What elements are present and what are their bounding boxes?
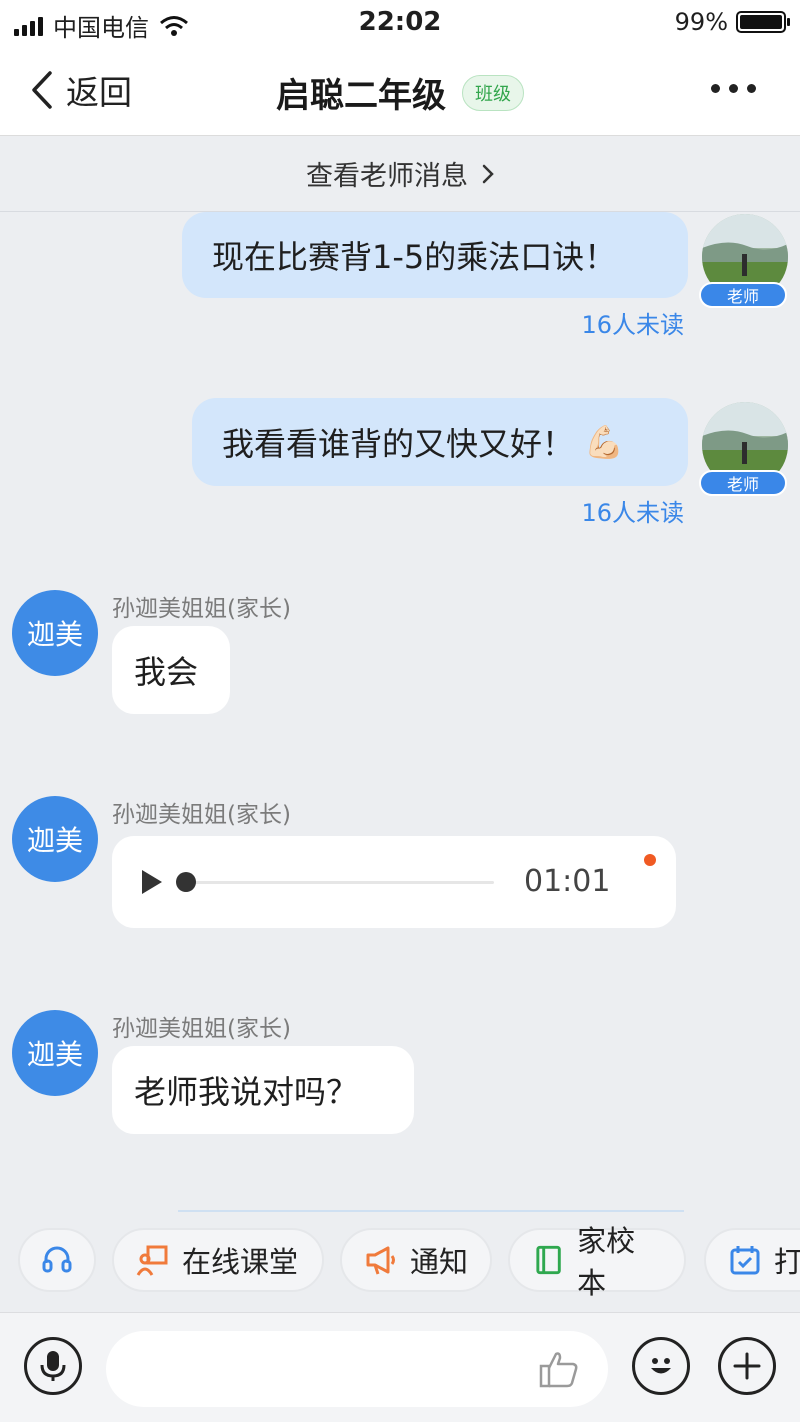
add-more-button[interactable] <box>718 1337 776 1395</box>
quick-action-headset[interactable] <box>18 1228 96 1292</box>
voice-progress-knob[interactable] <box>176 872 196 892</box>
quick-action-checkin[interactable]: 打 <box>704 1228 800 1292</box>
more-dot-icon <box>747 84 756 93</box>
online-class-icon <box>136 1245 168 1276</box>
calendar-check-icon <box>730 1246 760 1275</box>
class-badge: 班级 <box>462 74 524 111</box>
view-teacher-messages-label: 查看老师消息 <box>306 161 468 192</box>
emoji-button[interactable] <box>632 1337 690 1395</box>
sender-name: 孙迦美姐姐(家长) <box>112 1016 291 1042</box>
divider <box>178 1210 684 1212</box>
parent-avatar[interactable]: 迦美 <box>12 1010 98 1096</box>
page-title: 启聪二年级 <box>276 76 446 116</box>
sender-name: 孙迦美姐姐(家长) <box>112 802 291 828</box>
teacher-role-tag: 老师 <box>699 282 787 308</box>
notebook-icon <box>536 1245 561 1275</box>
unread-count[interactable]: 16人未读 <box>581 493 684 528</box>
thumbs-up-icon[interactable] <box>538 1349 582 1389</box>
megaphone-icon <box>366 1246 395 1275</box>
microphone-icon <box>40 1351 66 1381</box>
more-dot-icon <box>711 84 720 93</box>
message-text: 现在比赛背1-5的乘法口诀！ <box>212 238 617 276</box>
message-text: 老师我说对吗？ <box>134 1073 359 1111</box>
parent-avatar[interactable]: 迦美 <box>12 796 98 882</box>
headset-icon <box>42 1246 72 1273</box>
voice-input-button[interactable] <box>24 1337 82 1395</box>
voice-duration: 01:01 <box>524 864 611 899</box>
more-dot-icon <box>729 84 738 93</box>
message-text: 我看看谁背的又快又好！ <box>222 425 575 463</box>
quick-action-label: 家校本 <box>577 1224 636 1300</box>
quick-action-label: 在线课堂 <box>182 1245 299 1279</box>
smiley-icon <box>651 1358 671 1374</box>
nav-bar: 返回 启聪二年级 班级 <box>0 44 800 136</box>
input-bar <box>0 1312 800 1422</box>
quick-action-online-class[interactable]: 在线课堂 <box>112 1228 324 1292</box>
quick-action-homework[interactable]: 家校本 <box>508 1224 686 1300</box>
play-icon[interactable] <box>142 870 162 894</box>
message-bubble-in[interactable]: 我会 <box>112 626 230 714</box>
status-bar: 中国电信 22:02 99% <box>0 0 800 44</box>
message-bubble-in[interactable]: 老师我说对吗？ <box>112 1046 414 1134</box>
message-bubble-out[interactable]: 我看看谁背的又快又好！ 💪🏻 <box>192 398 688 486</box>
teacher-role-tag: 老师 <box>699 470 787 496</box>
voice-progress-track[interactable] <box>186 881 494 884</box>
status-right: 99% <box>674 8 790 36</box>
quick-actions: 在线课堂 通知 家校本 打 <box>0 1224 800 1300</box>
message-bubble-out[interactable]: 现在比赛背1-5的乘法口诀！ <box>182 212 688 298</box>
quick-action-label: 打 <box>774 1245 800 1279</box>
unread-count[interactable]: 16人未读 <box>581 305 684 340</box>
message-input[interactable] <box>106 1331 608 1407</box>
voice-message[interactable]: 01:01 <box>112 836 676 928</box>
plus-icon <box>733 1352 761 1380</box>
message-text: 我会 <box>134 653 199 691</box>
more-button[interactable] <box>711 84 756 93</box>
quick-action-label: 通知 <box>410 1245 469 1279</box>
unplayed-dot <box>644 854 656 866</box>
flexed-biceps-emoji: 💪🏻 <box>584 423 624 461</box>
title-group: 启聪二年级 班级 <box>0 68 800 117</box>
parent-avatar[interactable]: 迦美 <box>12 590 98 676</box>
battery-percent: 99% <box>674 8 728 36</box>
sender-name: 孙迦美姐姐(家长) <box>112 596 291 622</box>
battery-icon <box>736 11 790 33</box>
quick-action-notice[interactable]: 通知 <box>340 1228 492 1292</box>
chevron-right-icon <box>482 164 494 183</box>
view-teacher-messages-link[interactable]: 查看老师消息 <box>0 136 800 212</box>
